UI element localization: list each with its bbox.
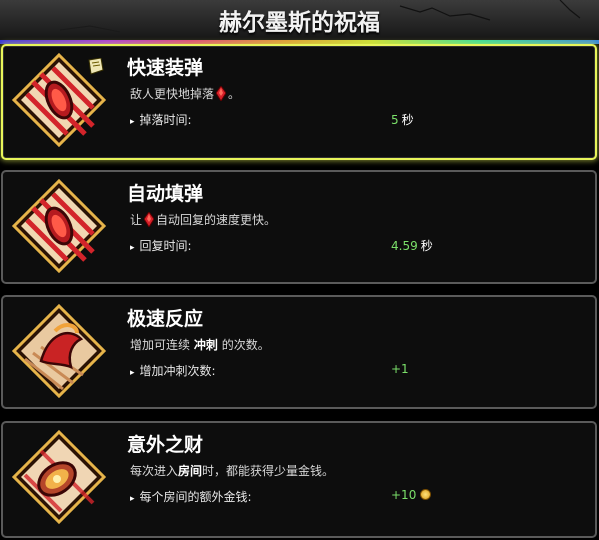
obol-coin-icon (420, 489, 432, 500)
stat-value: 5秒 (391, 113, 414, 127)
stat-label: 回复时间: (130, 237, 192, 254)
boon-name: 自动填弹 (127, 183, 204, 205)
boon-name: 意外之财 (127, 434, 204, 456)
boon-description: 增加可连续 冲刺 的次数。 (130, 338, 270, 352)
bloodstone-icon (144, 212, 155, 227)
side-hustle-boon-icon (11, 429, 107, 525)
stat-value: +10 (391, 488, 432, 502)
auto-reload-boon-icon (11, 178, 107, 274)
bloodstone-icon (216, 86, 227, 101)
boon-name: 快速装弹 (127, 57, 204, 79)
stat-label: 每个房间的额外金钱: (130, 488, 252, 505)
boon-name: 极速反应 (127, 308, 204, 330)
boon-description: 让自动回复的速度更快。 (130, 212, 277, 227)
boon-description: 每次进入房间时，都能获得少量金钱。 (130, 464, 335, 478)
boon-card-auto-reload[interactable]: 自动填弹 让自动回复的速度更快。 回复时间: 4.59秒 (1, 170, 597, 284)
boon-card-greater-reflex[interactable]: 极速反应 增加可连续 冲刺 的次数。 增加冲刺次数: +1 (1, 295, 597, 409)
stat-label: 掉落时间: (130, 111, 192, 128)
greater-reflex-boon-icon (11, 303, 107, 399)
boon-card-quick-reload[interactable]: 快速装弹 敌人更快地掉落。 掉落时间: 5秒 (1, 44, 597, 160)
boon-description: 敌人更快地掉落。 (130, 86, 241, 101)
stat-value: 4.59 秒 (391, 239, 433, 253)
boon-card-side-hustle[interactable]: 意外之财 每次进入房间时，都能获得少量金钱。 每个房间的额外金钱: +10 (1, 421, 597, 538)
stat-label: 增加冲刺次数: (130, 362, 216, 379)
stat-value: +1 (391, 362, 409, 376)
screen-title: 赫尔墨斯的祝福 (219, 10, 380, 36)
title-bar: 赫尔墨斯的祝福 (0, 0, 599, 42)
boon-scroll-icon (88, 58, 104, 75)
